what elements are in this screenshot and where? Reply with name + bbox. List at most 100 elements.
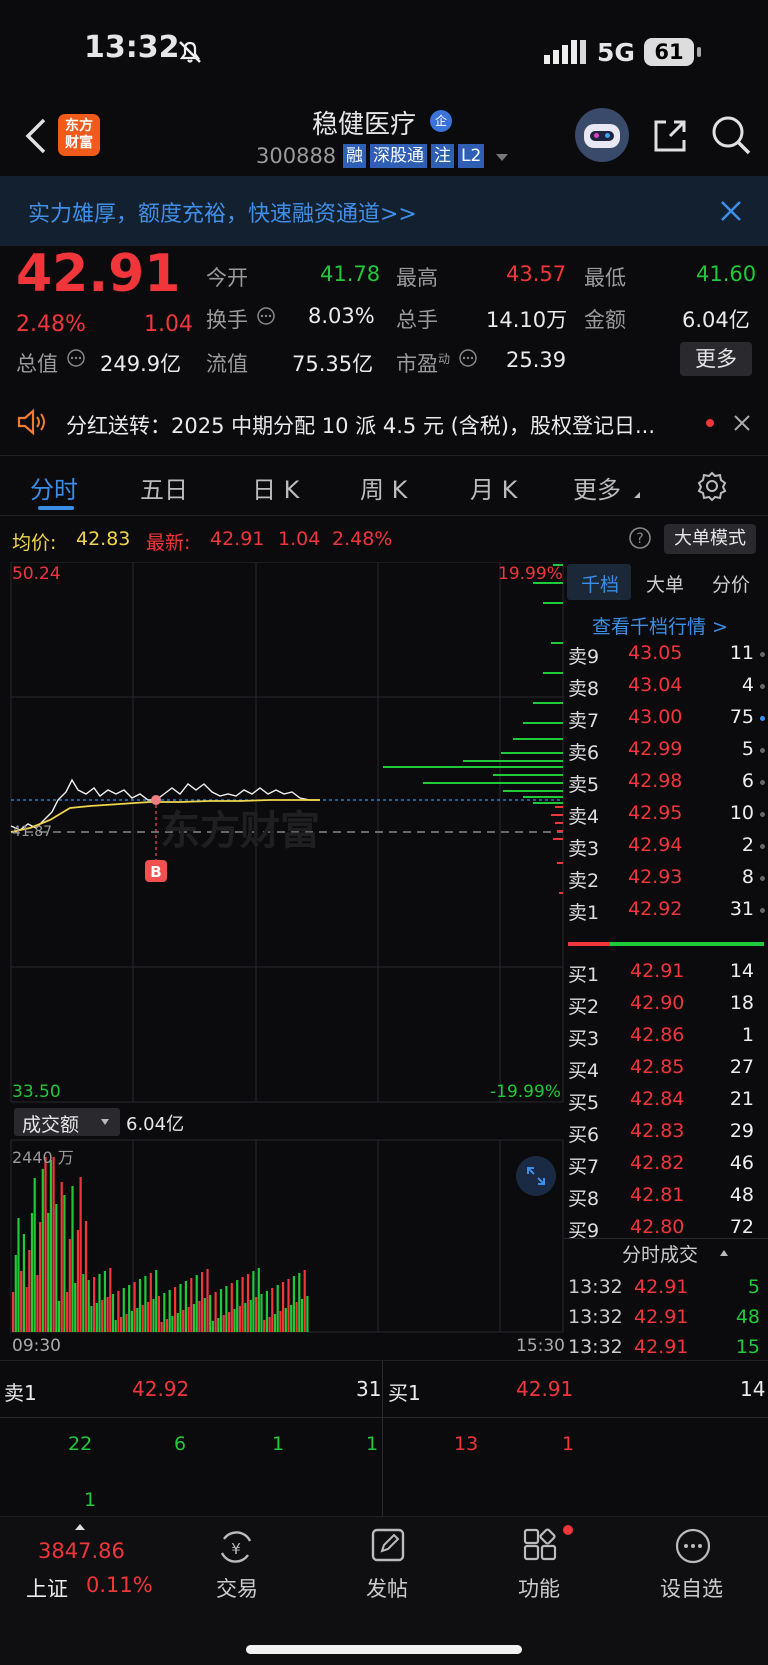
volume-bar	[217, 1318, 220, 1332]
x-end-label: 15:30	[516, 1336, 565, 1356]
ask-level-row[interactable]: 卖8 43.04 4	[564, 670, 768, 702]
tab-big-orders[interactable]: 大单	[646, 570, 684, 597]
bid-level-row[interactable]: 买3 42.86 1	[564, 1020, 768, 1052]
trade-icon[interactable]: ¥	[216, 1527, 256, 1567]
info-icon[interactable]	[256, 306, 276, 326]
volume-bar	[238, 1306, 241, 1332]
y-min-label: 33.50	[12, 1082, 61, 1102]
volume-bar	[71, 1186, 74, 1332]
view-depth-link[interactable]: 查看千档行情 >	[592, 612, 728, 639]
tab-five-day[interactable]: 五日	[140, 470, 188, 505]
battery-icon: 61	[644, 38, 694, 66]
close-icon[interactable]	[733, 414, 751, 432]
nav-post[interactable]: 发帖	[366, 1573, 408, 1603]
notification-dot	[563, 1525, 573, 1535]
tab-weekly-k[interactable]: 周 K	[360, 470, 407, 505]
bid-level-row[interactable]: 买4 42.85 27	[564, 1052, 768, 1084]
ask-level-row[interactable]: 卖4 42.95 10	[564, 798, 768, 830]
ask-price: 42.94	[628, 834, 683, 856]
ask-level-row[interactable]: 卖2 42.93 8	[564, 862, 768, 894]
dropdown-icon[interactable]	[495, 152, 509, 162]
index-value[interactable]: 3847.86	[38, 1539, 125, 1563]
ask-level-row[interactable]: 卖6 42.99 5	[564, 734, 768, 766]
notice-bar[interactable]: 分红送转：2025 中期分配 10 派 4.5 元 (含税)，股权登记日...	[0, 390, 768, 456]
chevron-up-icon[interactable]	[718, 1248, 730, 1258]
big-order-mode-button[interactable]: 大单模式	[664, 524, 756, 554]
amount-value: 6.04亿	[682, 308, 750, 332]
bid-level-row[interactable]: 买8 42.81 48	[564, 1180, 768, 1212]
tab-thousand-levels[interactable]: 千档	[567, 564, 631, 600]
bid-level-row[interactable]: 买5 42.84 21	[564, 1084, 768, 1116]
bid-level-row[interactable]: 买7 42.82 46	[564, 1148, 768, 1180]
volume-selector-label[interactable]: 成交额	[22, 1110, 79, 1137]
assistant-avatar[interactable]	[575, 108, 629, 162]
bid-level-row[interactable]: 买2 42.90 18	[564, 988, 768, 1020]
nav-trade[interactable]: 交易	[216, 1573, 258, 1603]
tab-more[interactable]: 更多	[573, 470, 621, 505]
more-button[interactable]: 更多	[680, 342, 752, 376]
volume-selector[interactable]: 成交额	[14, 1108, 120, 1136]
promo-banner[interactable]: 实力雄厚，额度充裕，快速融资通道>>	[0, 176, 768, 246]
bid-price: 42.83	[630, 1120, 685, 1142]
volume-bar	[30, 1213, 34, 1332]
expand-button[interactable]	[516, 1156, 556, 1196]
info-icon[interactable]	[458, 348, 478, 368]
close-icon[interactable]	[720, 200, 742, 222]
ask-level-row[interactable]: 卖5 42.98 6	[564, 766, 768, 798]
bid-price: 42.86	[630, 1024, 685, 1046]
functions-icon[interactable]	[522, 1527, 558, 1563]
index-name[interactable]: 上证	[26, 1573, 68, 1603]
nav-functions[interactable]: 功能	[518, 1573, 560, 1603]
info-icon[interactable]	[66, 348, 86, 368]
volume-bar	[76, 1230, 79, 1332]
change-amount: 1.04	[144, 312, 193, 337]
depth-bar-ask	[543, 672, 563, 674]
gear-icon[interactable]	[696, 470, 728, 502]
back-icon[interactable]	[22, 116, 48, 156]
ask-level-row[interactable]: 卖7 43.00 75	[564, 702, 768, 734]
intraday-chart[interactable]: 东方财富 B 50.24 19.99% 41.87 33.50 -19.99% …	[0, 562, 565, 1360]
promo-text[interactable]: 实力雄厚，额度充裕，快速融资通道>>	[28, 196, 417, 228]
bid-price: 42.85	[630, 1056, 685, 1078]
share-icon[interactable]	[650, 116, 690, 156]
bid-level-row[interactable]: 买6 42.83 29	[564, 1116, 768, 1148]
watermark: 东方财富	[160, 808, 320, 854]
notice-text[interactable]: 分红送转：2025 中期分配 10 派 4.5 元 (含税)，股权登记日...	[66, 410, 655, 440]
volume-bar	[93, 1277, 96, 1332]
ask-level-row[interactable]: 卖1 42.92 31	[564, 894, 768, 926]
tick-time: 13:32	[568, 1306, 623, 1328]
ask-level-row[interactable]: 卖9 43.05 11	[564, 638, 768, 670]
tab-intraday[interactable]: 分时	[30, 470, 78, 505]
index-percent[interactable]: 0.11%	[86, 1573, 153, 1597]
more-icon[interactable]	[674, 1527, 712, 1565]
volume-bar	[303, 1270, 306, 1332]
sell-queue-item: 1	[272, 1433, 285, 1455]
help-icon[interactable]: ?	[628, 526, 652, 550]
volume-bar	[130, 1311, 133, 1332]
volume-label: 总手	[396, 308, 438, 332]
svg-text:B: B	[150, 863, 161, 881]
ask-level-row[interactable]: 卖3 42.94 2	[564, 830, 768, 862]
volume-bar	[306, 1296, 309, 1332]
nav-watchlist[interactable]: 设自选	[660, 1573, 723, 1603]
x-start-label: 09:30	[12, 1336, 61, 1356]
eastmoney-logo[interactable]: 东方 财富	[58, 114, 100, 156]
volume-bar	[292, 1276, 295, 1332]
tab-monthly-k[interactable]: 月 K	[470, 470, 517, 505]
volume-bar	[236, 1280, 239, 1332]
chart-svg[interactable]: 东方财富 B	[0, 562, 564, 1360]
tag-registered: 注	[431, 144, 454, 168]
bid-label: 买1	[568, 964, 600, 986]
tag-connect: 深股通	[370, 144, 427, 168]
volume-bar	[252, 1271, 255, 1332]
tab-daily-k[interactable]: 日 K	[252, 470, 299, 505]
ask-price: 42.98	[628, 770, 683, 792]
chevron-up-icon[interactable]	[74, 1523, 86, 1531]
ticks-title[interactable]: 分时成交	[622, 1240, 698, 1267]
tab-price-distribution[interactable]: 分价	[712, 570, 750, 597]
volume-bar	[20, 1271, 23, 1332]
bid-level-row[interactable]: 买1 42.91 14	[564, 956, 768, 988]
depth-bar-bid	[557, 830, 563, 832]
post-icon[interactable]	[370, 1527, 406, 1563]
search-icon[interactable]	[710, 114, 752, 156]
